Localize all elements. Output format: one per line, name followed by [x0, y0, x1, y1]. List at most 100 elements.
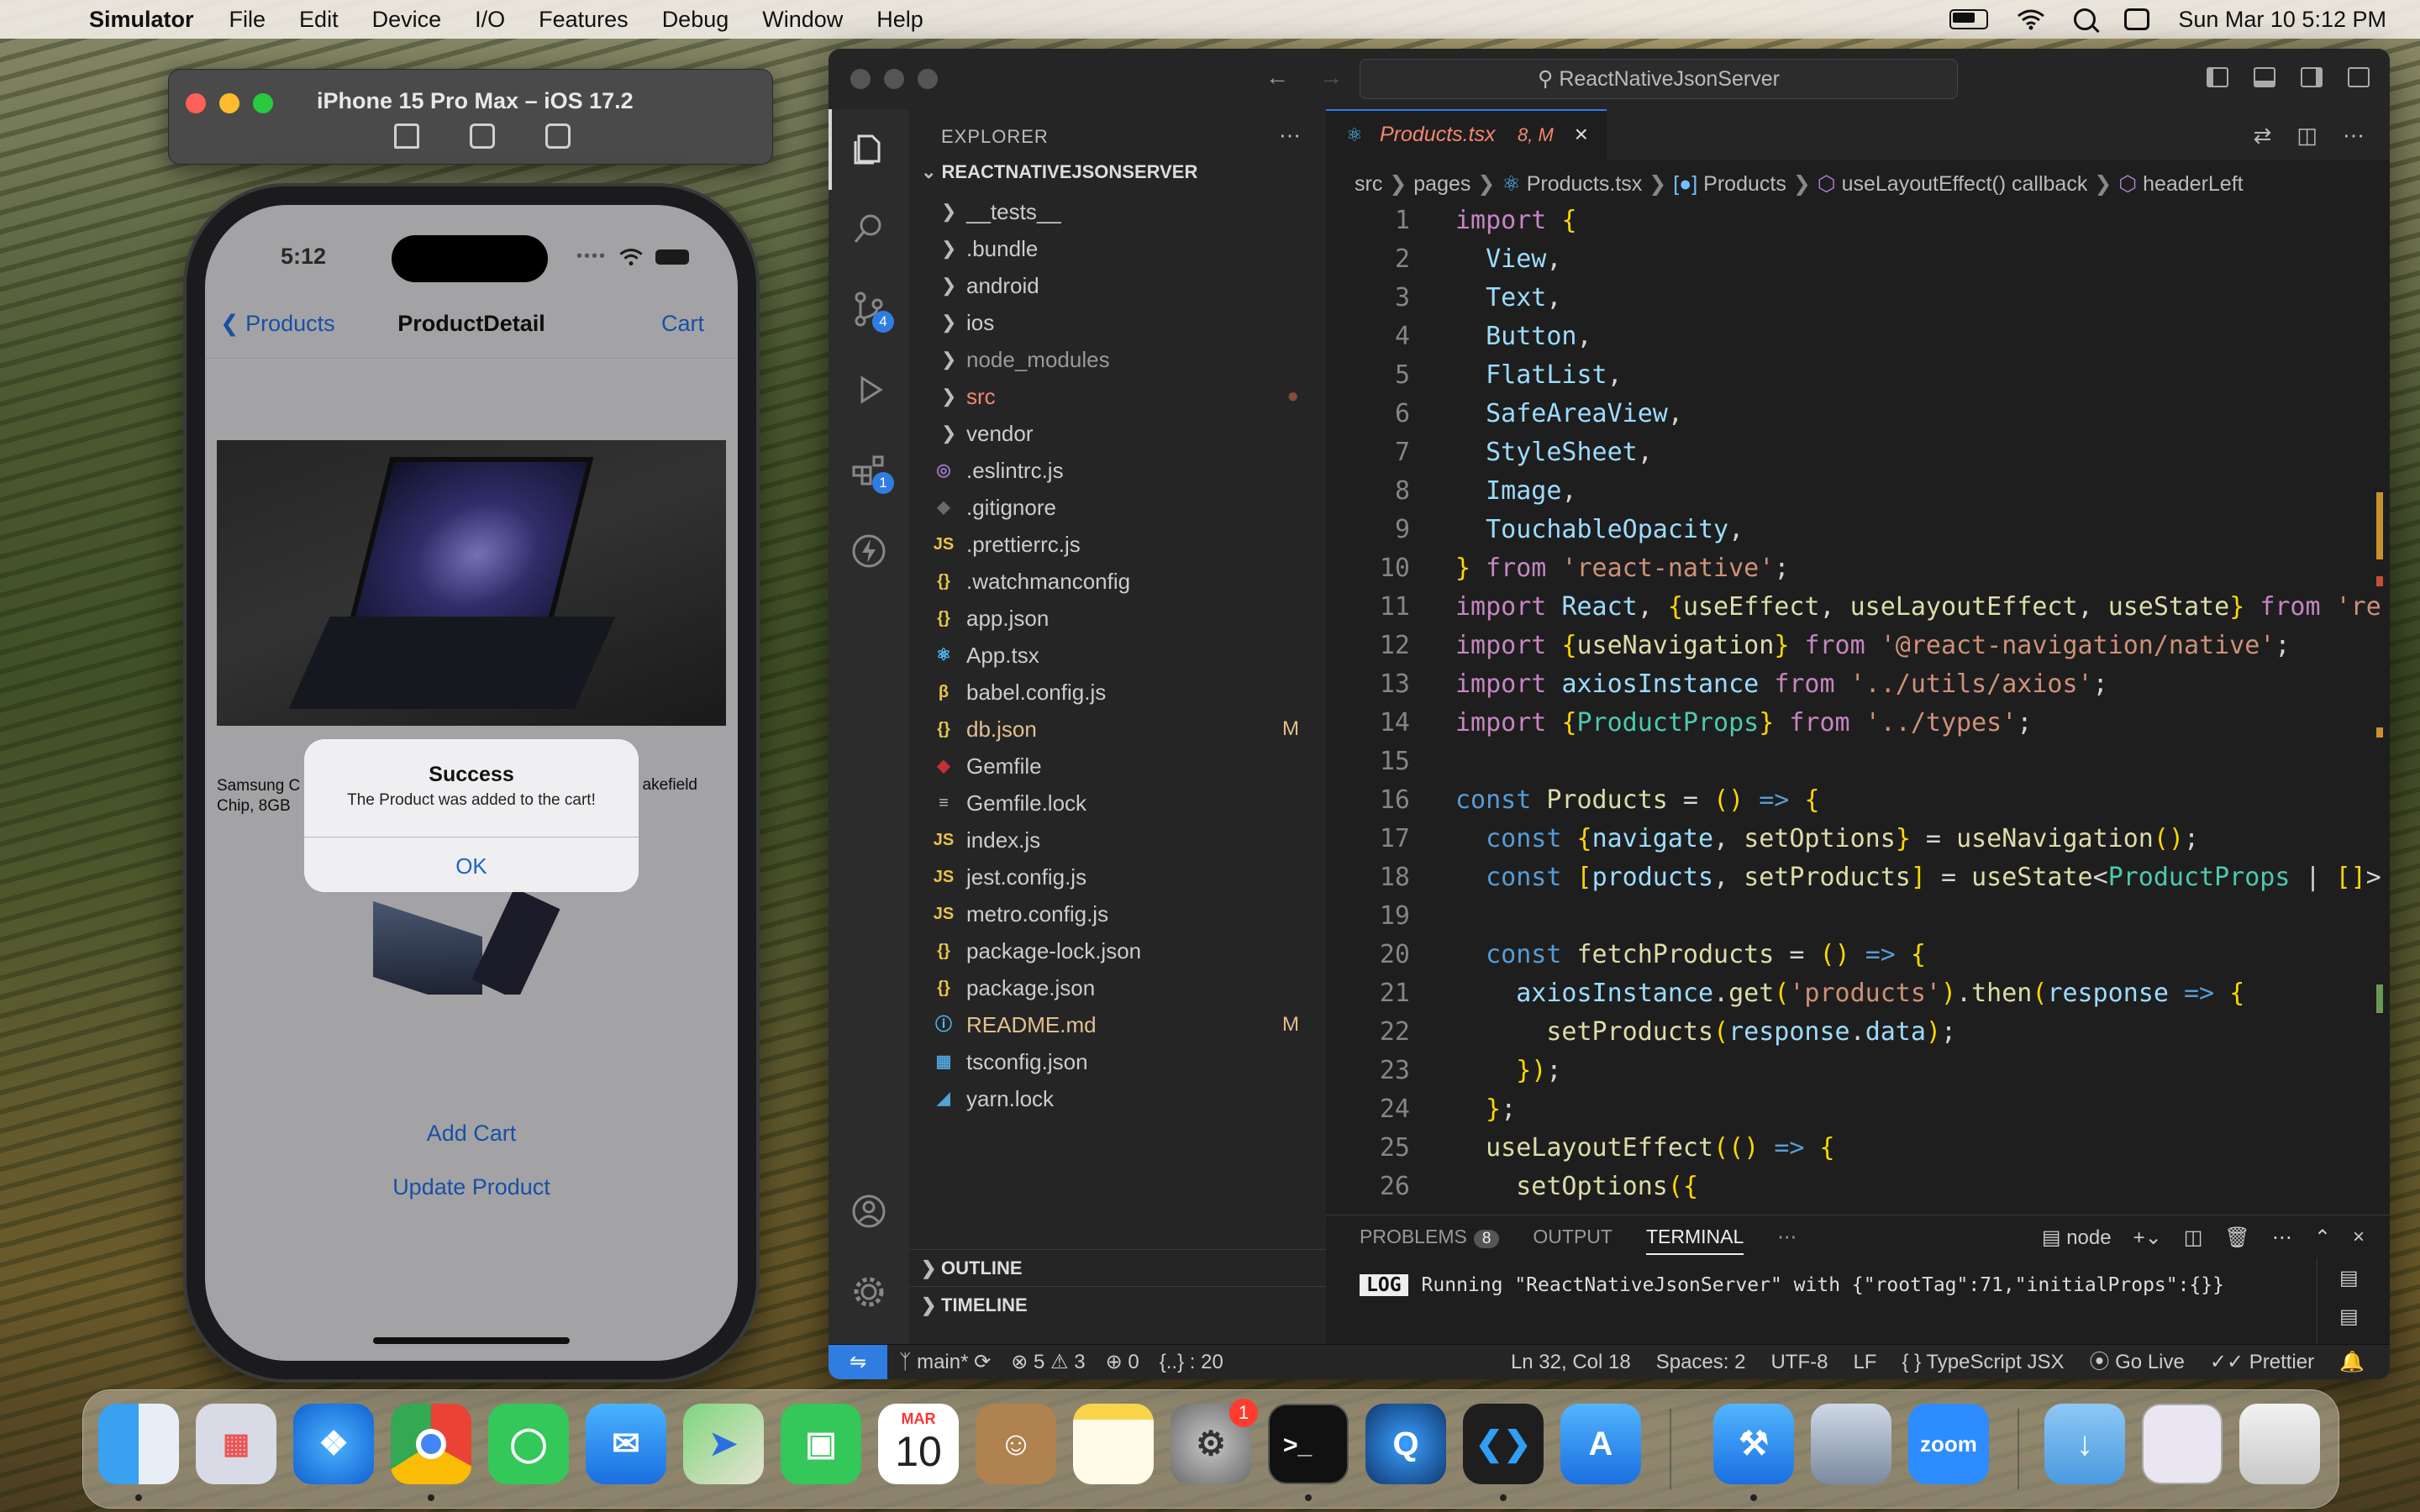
tree-file[interactable]: {} package-lock.json — [909, 932, 1326, 969]
json-status[interactable]: {..} : 20 — [1160, 1345, 1223, 1379]
close-panel-icon[interactable]: × — [2353, 1226, 2365, 1250]
explorer-files-icon[interactable] — [850, 129, 887, 166]
breadcrumb-item[interactable]: useLayoutEffect() callback — [1842, 172, 2088, 196]
more-actions-icon[interactable]: ⋯ — [2343, 123, 2365, 149]
finder-icon[interactable] — [98, 1404, 179, 1484]
tree-file[interactable]: JS metro.config.js — [909, 895, 1326, 932]
code-line[interactable]: 22 setProducts(response.data); — [1326, 1013, 2390, 1052]
tree-file[interactable]: JS .prettierrc.js — [909, 526, 1326, 563]
contacts-icon[interactable]: ☺ — [976, 1404, 1056, 1484]
maximize-panel-icon[interactable]: ⌃ — [2314, 1226, 2331, 1250]
calendar-icon[interactable]: MAR 10 — [878, 1404, 959, 1484]
lightning-icon[interactable] — [850, 533, 887, 570]
tree-file[interactable]: ◆ .gitignore — [909, 489, 1326, 526]
code-line[interactable]: 21 axiosInstance.get('products').then(re… — [1326, 974, 2390, 1013]
tree-file[interactable]: {} .watchmanconfig — [909, 563, 1326, 600]
tab-terminal[interactable]: TERMINAL — [1645, 1226, 1744, 1255]
toggle-panel-icon[interactable] — [2254, 67, 2275, 87]
code-line[interactable]: 26 setOptions({ — [1326, 1168, 2390, 1206]
recent-window-thumbnail[interactable] — [2142, 1404, 2223, 1484]
mail-envelope-icon[interactable]: ✉ — [586, 1404, 666, 1484]
vscode-app-icon[interactable]: ❮❯ — [1463, 1404, 1544, 1484]
quicktime-icon[interactable]: Q — [1365, 1404, 1446, 1484]
breadcrumb-item[interactable]: src — [1355, 172, 1382, 196]
eol-status[interactable]: LF — [1853, 1345, 1876, 1379]
app-store-icon[interactable]: A — [1560, 1404, 1641, 1484]
tab-output[interactable]: OUTPUT — [1533, 1226, 1612, 1255]
split-editor-icon[interactable]: ◫ — [2296, 123, 2317, 149]
trash-icon[interactable] — [2239, 1404, 2320, 1484]
preview-icon[interactable] — [1811, 1404, 1891, 1484]
tree-folder[interactable]: ❯ android — [909, 267, 1326, 304]
language-mode[interactable]: { } TypeScript JSX — [1902, 1345, 2064, 1379]
menu-clock[interactable]: Sun Mar 10 5:12 PM — [2178, 7, 2386, 33]
chrome-icon[interactable] — [391, 1404, 471, 1484]
prettier-status[interactable]: ✓✓ Prettier — [2210, 1345, 2314, 1379]
run-debug-icon[interactable] — [850, 371, 887, 408]
code-line[interactable]: 16 const Products = () => { — [1326, 781, 2390, 820]
launchpad-icon[interactable]: ▦ — [196, 1404, 276, 1484]
tree-file[interactable]: JS jest.config.js — [909, 858, 1326, 895]
code-line[interactable]: 18 const [products, setProducts] = useSt… — [1326, 858, 2390, 897]
simulator-app-icon[interactable]: ⚒ — [1713, 1404, 1794, 1484]
open-changes-icon[interactable]: ⇄ — [2254, 123, 2272, 149]
tree-folder[interactable]: ❯ node_modules — [909, 341, 1326, 378]
extensions-icon[interactable]: 1 — [850, 452, 894, 494]
tree-file[interactable]: ▦ tsconfig.json — [909, 1043, 1326, 1080]
vscode-zoom-button[interactable] — [918, 69, 938, 89]
code-line[interactable]: 14 import {ProductProps} from '../types'; — [1326, 704, 2390, 743]
menu-window[interactable]: Window — [762, 7, 843, 33]
code-line[interactable]: 13 import axiosInstance from '../utils/ax… — [1326, 665, 2390, 704]
code-editor[interactable]: 1 import {2 View, 3 Text, 4 Button, 5 FlatLi… — [1326, 202, 2390, 1268]
forward-arrow-icon[interactable]: → — [1319, 64, 1343, 91]
tree-file[interactable]: ≡ Gemfile.lock — [909, 785, 1326, 822]
maps-icon[interactable]: ➤ — [683, 1404, 764, 1484]
split-terminal-icon[interactable]: ◫ — [2184, 1226, 2203, 1250]
explorer-more-icon[interactable]: ⋯ — [1279, 123, 1301, 149]
wifi-icon[interactable] — [2017, 8, 2045, 30]
tab-problems[interactable]: PROBLEMS 8 — [1360, 1226, 1500, 1255]
remote-indicator-icon[interactable]: ⇋ — [829, 1345, 887, 1379]
encoding-status[interactable]: UTF-8 — [1770, 1345, 1828, 1379]
go-live-button[interactable]: ⦿ Go Live — [2089, 1345, 2184, 1379]
menu-app-name[interactable]: Simulator — [89, 7, 194, 33]
vscode-close-button[interactable] — [850, 69, 871, 89]
back-arrow-icon[interactable]: ← — [1265, 64, 1289, 91]
menu-io[interactable]: I/O — [475, 7, 505, 33]
tree-file[interactable]: JS index.js — [909, 822, 1326, 858]
code-line[interactable]: 3 Text, — [1326, 279, 2390, 318]
terminal-instance[interactable]: ▤ node — [2042, 1226, 2112, 1250]
messages-bubble-icon[interactable]: ◯ — [488, 1404, 569, 1484]
facetime-camera-icon[interactable]: ▣ — [781, 1404, 861, 1484]
system-settings-gear-icon[interactable]: ⚙ 1 — [1171, 1399, 1258, 1484]
tree-file[interactable]: {} app.json — [909, 600, 1326, 637]
notes-icon[interactable] — [1073, 1404, 1154, 1484]
zoom-window-button[interactable] — [253, 93, 273, 113]
menu-edit[interactable]: Edit — [299, 7, 339, 33]
code-line[interactable]: 23 }); — [1326, 1052, 2390, 1090]
code-line[interactable]: 1 import { — [1326, 202, 2390, 240]
indentation-status[interactable]: Spaces: 2 — [1656, 1345, 1746, 1379]
code-line[interactable]: 6 SafeAreaView, — [1326, 395, 2390, 433]
code-line[interactable]: 11 import React, {useEffect, useLayoutEff… — [1326, 588, 2390, 627]
zoom-app-icon[interactable]: zoom — [1908, 1404, 1989, 1484]
terminal-icon[interactable]: ▤ — [2339, 1266, 2359, 1290]
search-view-icon[interactable] — [850, 210, 887, 247]
code-line[interactable]: 4 Button, — [1326, 318, 2390, 356]
code-line[interactable]: 12 import {useNavigation} from '@react-na… — [1326, 627, 2390, 665]
code-line[interactable]: 17 const {navigate, setOptions} = useNav… — [1326, 820, 2390, 858]
breadcrumb-item[interactable]: Products.tsx — [1527, 172, 1643, 196]
settings-gear-icon[interactable] — [850, 1273, 887, 1310]
cursor-position[interactable]: Ln 32, Col 18 — [1511, 1345, 1631, 1379]
toggle-primary-sidebar-icon[interactable] — [2207, 67, 2228, 87]
menu-device[interactable]: Device — [372, 7, 442, 33]
safari-compass-icon[interactable]: ❖ — [293, 1404, 374, 1484]
code-line[interactable]: 19 — [1326, 897, 2390, 936]
ports-status[interactable]: ⊕ 0 — [1106, 1345, 1139, 1379]
problems-status[interactable]: ⊗ 5 ⚠ 3 — [1011, 1345, 1085, 1379]
kill-terminal-trash-icon[interactable]: 🗑 — [2224, 1226, 2249, 1250]
code-line[interactable]: 8 Image, — [1326, 472, 2390, 511]
close-tab-icon[interactable]: × — [1575, 121, 1588, 148]
spotlight-search-icon[interactable] — [2074, 8, 2096, 30]
tree-file[interactable]: ◆ Gemfile — [909, 748, 1326, 785]
